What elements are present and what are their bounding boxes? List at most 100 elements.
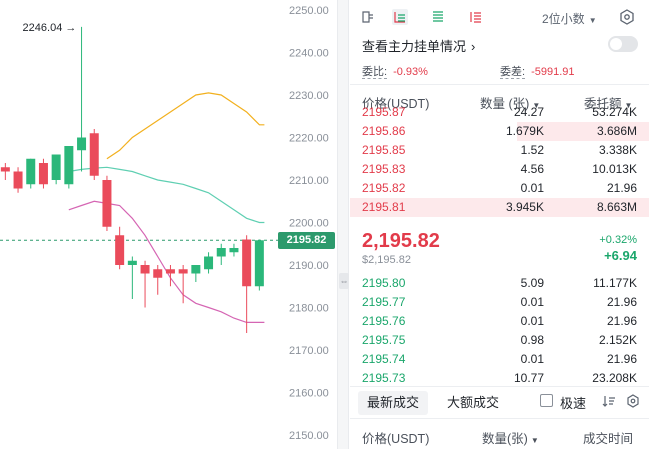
collapse-arrow-icon[interactable]: ⇔ <box>339 273 349 289</box>
bid-price: 2195.76 <box>362 314 406 328</box>
price-tick-label: 2180.00 <box>289 303 329 315</box>
bid-row[interactable]: 2195.76 0.01 21.96 <box>350 312 649 331</box>
ask-row[interactable]: 2195.85 1.52 3.338K <box>350 141 649 160</box>
price-tick-label: 2190.00 <box>289 260 329 272</box>
candle-down <box>165 269 175 274</box>
ask-amount: 24.27 <box>513 105 544 119</box>
kline-chart-canvas[interactable]: 2250.00 2240.00 2230.00 2220.00 2210.00 2200.… <box>0 0 337 449</box>
chevron-down-icon: ▼ <box>588 16 597 25</box>
bid-amount: 0.01 <box>520 314 544 328</box>
ask-row[interactable]: 2195.82 0.01 21.96 <box>350 179 649 198</box>
trades-settings-icon[interactable] <box>626 394 640 408</box>
ask-row[interactable]: 2195.83 4.56 10.013K <box>350 160 649 179</box>
trade-col-time: 成交时间 <box>583 432 634 446</box>
order-book-toolbar: 2位小数 ▼ <box>350 0 649 33</box>
panel-divider[interactable]: ⇔ <box>337 0 349 449</box>
price-tick-label: 2240.00 <box>289 48 329 60</box>
candle-up <box>254 240 264 287</box>
bid-amount: 0.01 <box>520 352 544 366</box>
ask-amount: 1.52 <box>520 143 544 157</box>
divider <box>350 386 649 387</box>
candle-up <box>229 248 239 253</box>
ask-total: 8.663M <box>596 200 637 214</box>
bid-price: 2195.80 <box>362 276 406 290</box>
order-diff-value: -5991.91 <box>531 66 575 78</box>
divider <box>350 418 649 419</box>
order-book-panel: 2位小数 ▼ 查看主力挂单情况 › 委比: -0.93% 委差: -5991.91 价格… <box>350 0 649 449</box>
candle-up <box>64 146 74 185</box>
candle-down <box>89 133 99 176</box>
current-price-tag: 2195.82 <box>278 231 335 249</box>
price-tick-label: 2250.00 <box>289 5 329 17</box>
ask-price: 2195.86 <box>362 124 406 138</box>
sort-icon[interactable] <box>602 394 616 408</box>
bid-row[interactable]: 2195.75 0.98 2.152K <box>350 331 649 350</box>
bid-row[interactable]: 2195.77 0.01 21.96 <box>350 293 649 312</box>
decimals-dropdown[interactable]: 2位小数 ▼ <box>542 10 597 27</box>
tab-large-trades[interactable]: 大额成交 <box>438 391 508 415</box>
price-tick-label: 2160.00 <box>289 388 329 400</box>
fast-mode-checkbox[interactable] <box>540 394 553 407</box>
candle-down <box>178 269 188 274</box>
last-price: 2,195.82 <box>362 230 440 252</box>
bid-total: 11.177K <box>593 276 637 290</box>
ask-amount: 4.56 <box>520 162 544 176</box>
moving-average-line <box>68 200 265 323</box>
candle-up <box>216 248 226 257</box>
ask-total: 3.686M <box>596 124 637 138</box>
ask-price: 2195.83 <box>362 162 406 176</box>
trade-col-price: 价格(USDT) <box>362 432 430 446</box>
ask-row[interactable]: 2195.81 3.945K 8.663M <box>350 198 649 217</box>
ask-amount: 1.679K <box>505 124 544 138</box>
caret-down-icon: ▼ <box>530 436 539 445</box>
price-tick-label: 2230.00 <box>289 90 329 102</box>
candle-up <box>204 256 214 270</box>
order-ratio-label: 委比: <box>362 66 388 79</box>
main-force-orders-link[interactable]: 查看主力挂单情况 › <box>362 36 475 55</box>
bid-total: 21.96 <box>606 295 637 309</box>
high-price-label: 2246.04 → <box>23 22 77 34</box>
main-force-toggle[interactable] <box>608 36 638 52</box>
order-ratio: 委比: -0.93% <box>362 63 428 79</box>
order-ratio-value: -0.93% <box>393 66 428 78</box>
ask-total: 3.338K <box>598 143 637 157</box>
change-absolute: +6.94 <box>604 248 637 263</box>
layout-asks-icon[interactable] <box>468 9 484 25</box>
candle-up <box>51 154 61 180</box>
ask-row[interactable]: 2195.87 24.27 53.274K <box>350 103 649 122</box>
order-diff: 委差: -5991.91 <box>500 63 575 79</box>
ask-price: 2195.81 <box>362 200 406 214</box>
candle-down <box>153 269 163 278</box>
candle-up <box>127 260 137 265</box>
layout-bids-icon[interactable] <box>430 9 446 25</box>
candle-up <box>77 137 87 151</box>
settings-hex-icon[interactable] <box>618 8 636 26</box>
price-tick-label: 2200.00 <box>289 218 329 230</box>
trade-col-amount[interactable]: 数量(张) ▼ <box>482 428 539 447</box>
ask-total: 21.96 <box>606 181 637 195</box>
fast-mode-label: 极速 <box>560 396 587 411</box>
layout-both-icon[interactable] <box>360 9 376 25</box>
candle-down <box>38 163 48 185</box>
ask-row[interactable]: 2195.86 1.679K 3.686M <box>350 122 649 141</box>
ask-amount: 0.01 <box>520 181 544 195</box>
divider <box>350 84 649 85</box>
ask-amount: 3.945K <box>505 200 544 214</box>
candle-down <box>102 180 112 227</box>
bid-row[interactable]: 2195.74 0.01 21.96 <box>350 350 649 369</box>
candle-up <box>191 265 201 274</box>
ask-total: 53.274K <box>592 105 637 119</box>
ask-price: 2195.87 <box>362 105 406 119</box>
bid-total: 21.96 <box>606 314 637 328</box>
ask-total: 10.013K <box>592 162 637 176</box>
bid-price: 2195.74 <box>362 352 406 366</box>
toggle-knob <box>610 38 622 50</box>
bid-total: 2.152K <box>598 333 637 347</box>
bid-row[interactable]: 2195.80 5.09 11.177K <box>350 274 649 293</box>
layout-mixed-icon[interactable] <box>392 9 408 25</box>
bid-price: 2195.75 <box>362 333 406 347</box>
kline-chart[interactable]: 2250.00 2240.00 2230.00 2220.00 2210.00 2200.… <box>0 0 337 449</box>
tab-latest-trades[interactable]: 最新成交 <box>358 391 429 415</box>
bid-total: 21.96 <box>606 352 637 366</box>
price-tick-label: 2150.00 <box>289 430 329 442</box>
